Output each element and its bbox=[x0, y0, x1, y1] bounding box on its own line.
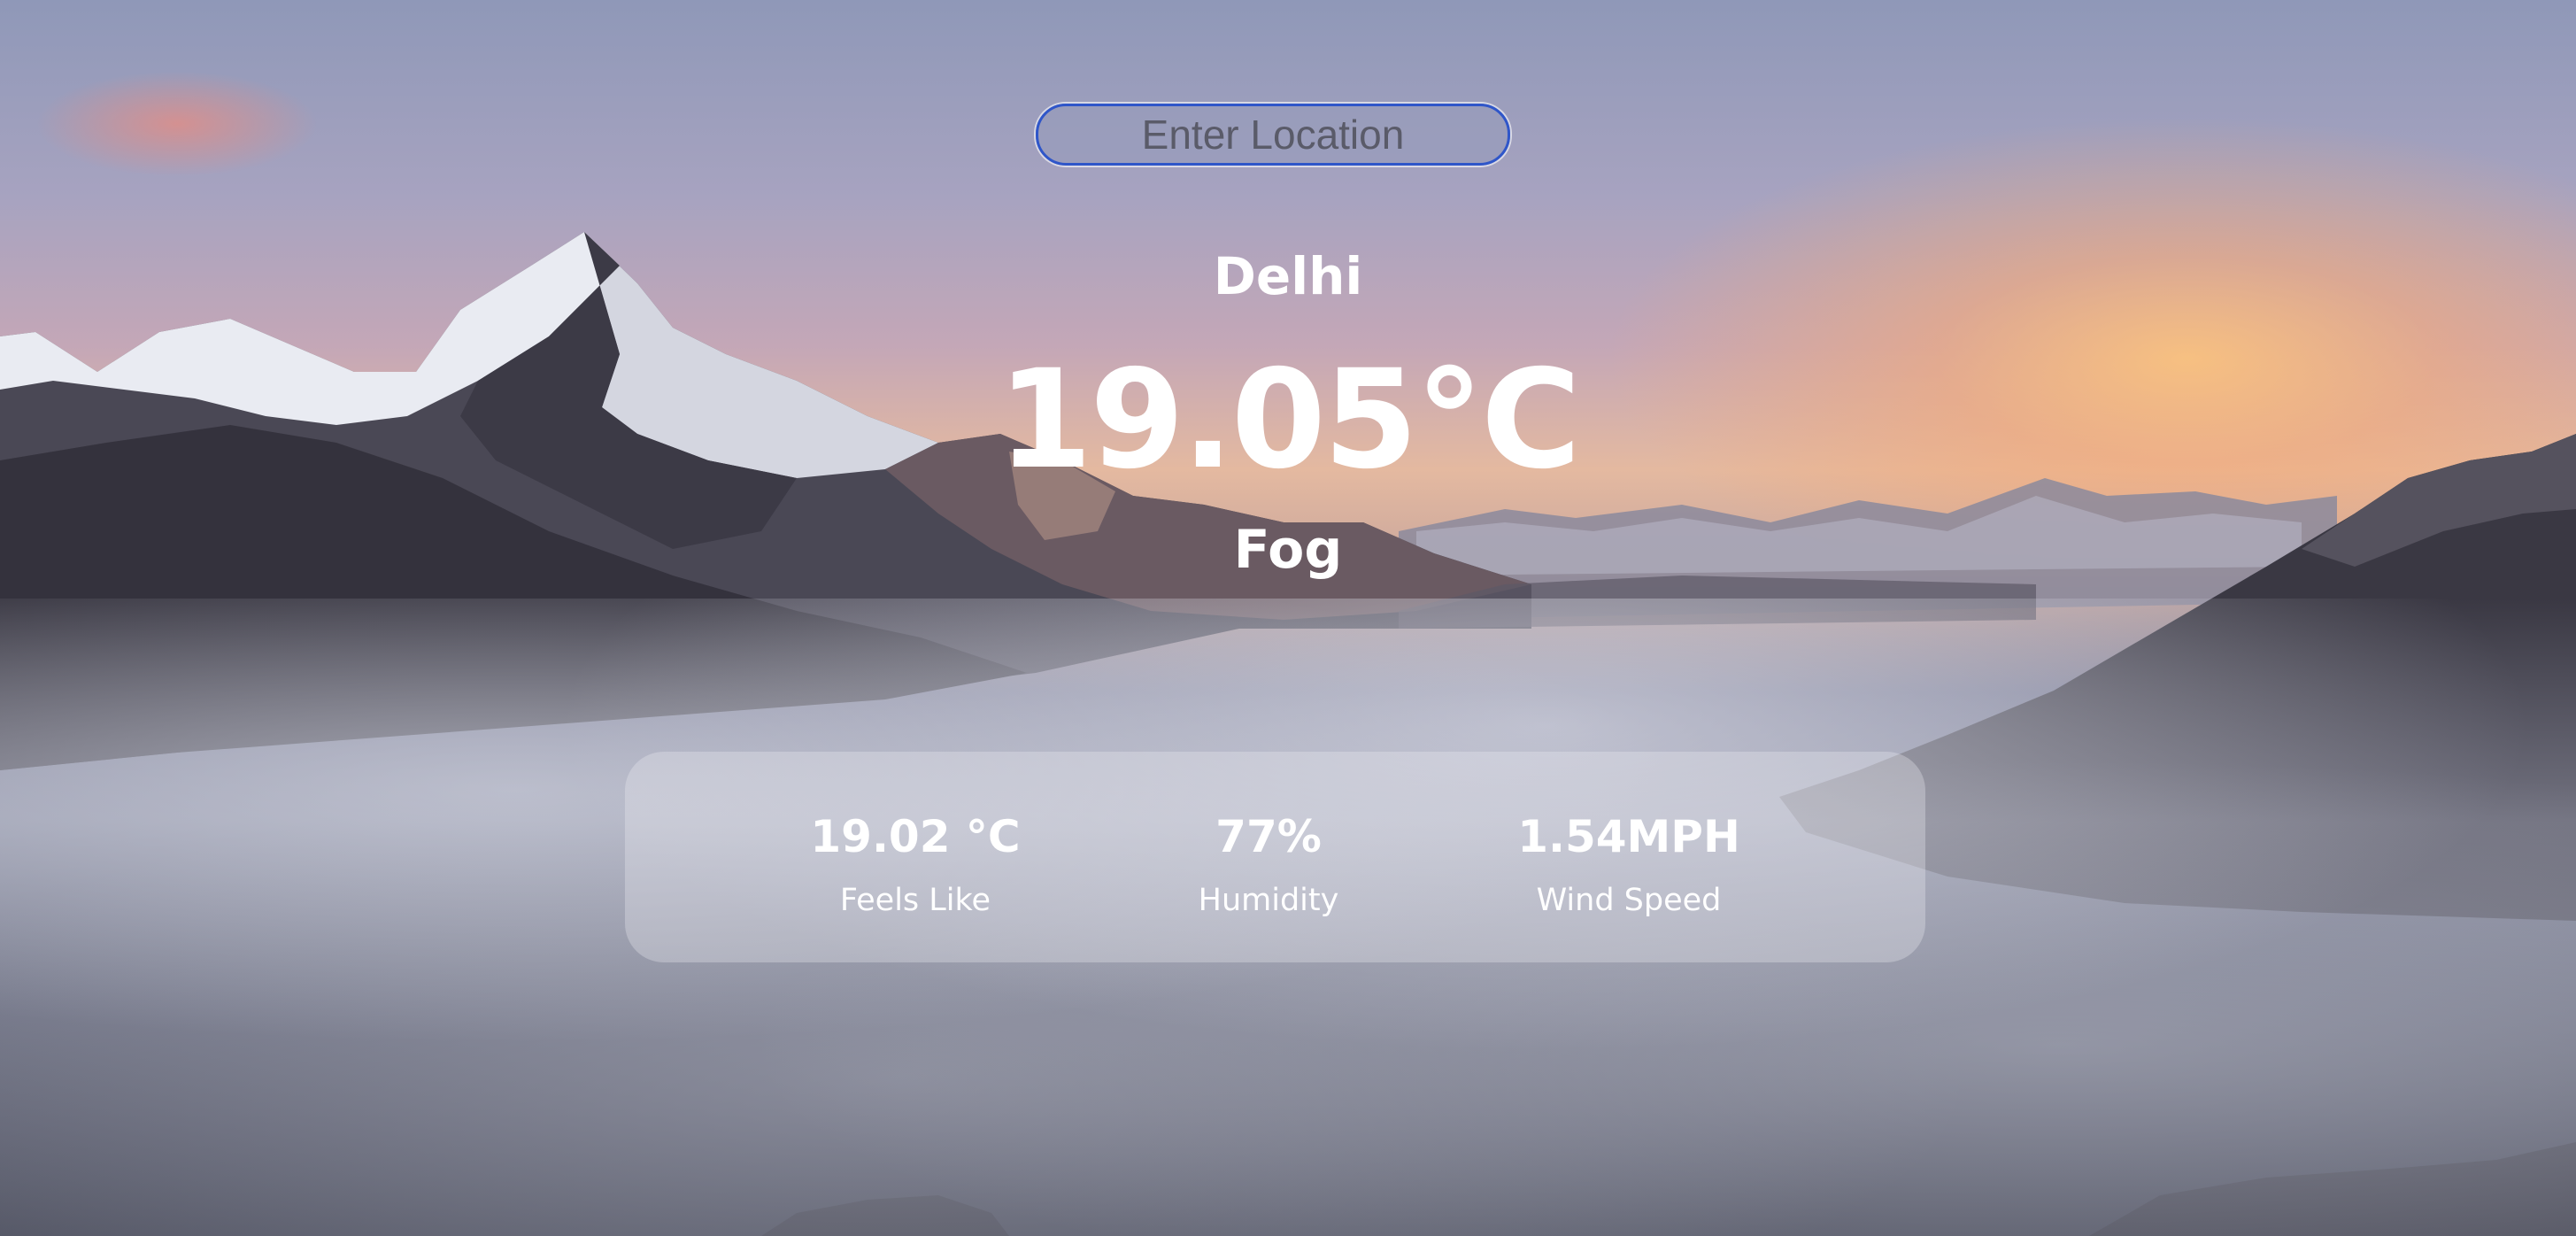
humidity-label: Humidity bbox=[1198, 883, 1339, 918]
wind-speed-value: 1.54MPH bbox=[1517, 811, 1740, 862]
humidity-stat: 77% Humidity bbox=[1091, 810, 1446, 920]
feels-like-label: Feels Like bbox=[839, 883, 991, 918]
wind-speed-label: Wind Speed bbox=[1536, 883, 1722, 918]
weather-details-panel: 19.02 °C Feels Like 77% Humidity 1.54MPH… bbox=[625, 752, 1925, 962]
feels-like-stat: 19.02 °C Feels Like bbox=[738, 810, 1092, 920]
humidity-value: 77% bbox=[1215, 811, 1322, 862]
weather-condition: Fog bbox=[1233, 519, 1343, 581]
background-image bbox=[0, 0, 2576, 1236]
wind-speed-stat: 1.54MPH Wind Speed bbox=[1452, 810, 1806, 920]
feels-like-value: 19.02 °C bbox=[810, 811, 1021, 862]
city-name: Delhi bbox=[1213, 246, 1363, 306]
current-temperature: 19.05°C bbox=[997, 341, 1581, 499]
location-search-input[interactable] bbox=[1036, 104, 1510, 166]
